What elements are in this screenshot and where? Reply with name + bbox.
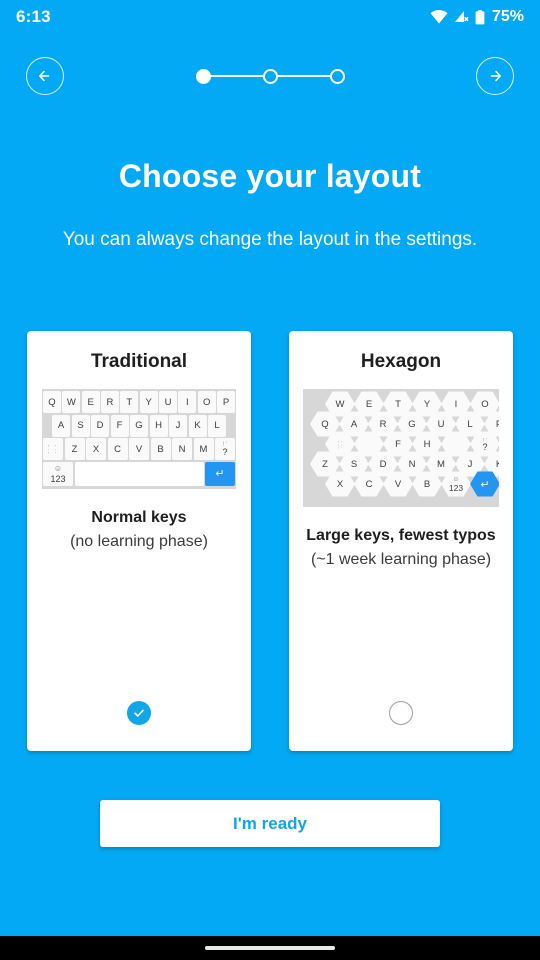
key-v: V bbox=[129, 438, 149, 460]
keyboard-preview-traditional: Q W E R T Y U I O P A S D F G H J K L , … bbox=[42, 389, 236, 489]
gesture-pill[interactable] bbox=[205, 946, 335, 950]
step-dot-1[interactable] bbox=[195, 68, 211, 84]
status-bar: 6:13 75% bbox=[0, 0, 540, 34]
radio-hexagon[interactable] bbox=[389, 701, 413, 725]
emoji-icon: ☺ bbox=[53, 463, 63, 473]
option-title-traditional: Traditional bbox=[90, 351, 188, 372]
onboarding-screen: 6:13 75% Choose your layout You can alwa… bbox=[0, 0, 540, 960]
key-o: O bbox=[197, 391, 216, 413]
key-b: B bbox=[150, 438, 171, 460]
hex-key-123-label: 123 bbox=[448, 483, 464, 493]
key-l: L bbox=[208, 414, 226, 437]
back-button[interactable] bbox=[26, 57, 64, 95]
key-m: M bbox=[193, 438, 214, 460]
key-r: R bbox=[101, 391, 119, 413]
radio-traditional[interactable] bbox=[127, 701, 151, 725]
keyboard-preview-hexagon: W E T Y I O Q A R G U L P , .; : F bbox=[303, 389, 499, 507]
key-h: H bbox=[149, 414, 168, 437]
im-ready-button[interactable]: I'm ready bbox=[100, 800, 440, 847]
keyboard-row-1: Q W E R T Y U I O P bbox=[43, 391, 235, 413]
layout-options: Traditional Q W E R T Y U I O P A S D F … bbox=[27, 331, 513, 751]
key-symbols-123: ☺ 123 bbox=[43, 461, 73, 486]
keyboard-row-3: , .; : Z X C V B N M ! '? bbox=[43, 438, 235, 460]
keyboard-row-bottom: ☺ 123 ↵ bbox=[43, 461, 235, 486]
key-x: X bbox=[86, 438, 106, 460]
key-d: D bbox=[91, 414, 109, 437]
key-q: Q bbox=[43, 391, 61, 413]
status-time: 6:13 bbox=[16, 7, 51, 26]
option-title-hexagon: Hexagon bbox=[360, 351, 442, 372]
step-line-2 bbox=[277, 74, 330, 78]
key-e: E bbox=[81, 391, 100, 413]
option-desc-bold-hexagon: Large keys, fewest typos bbox=[306, 527, 496, 544]
battery-icon bbox=[475, 9, 485, 25]
key-y: Y bbox=[139, 391, 158, 413]
page-subtitle: You can always change the layout in the … bbox=[62, 229, 478, 250]
key-s: S bbox=[71, 414, 90, 437]
step-dot-2[interactable] bbox=[262, 68, 278, 84]
key-g: G bbox=[130, 414, 148, 437]
step-indicator bbox=[195, 68, 345, 84]
step-line-1 bbox=[210, 74, 263, 78]
key-k: K bbox=[188, 414, 207, 437]
key-c: C bbox=[107, 438, 128, 460]
option-description-hexagon: Large keys, fewest typos (~1 week learni… bbox=[306, 525, 495, 571]
key-punctuation-right: ! '? bbox=[215, 438, 235, 460]
forward-button[interactable] bbox=[476, 57, 514, 95]
key-enter: ↵ bbox=[205, 461, 235, 486]
option-desc-bold-traditional: Normal keys bbox=[91, 509, 187, 526]
key-f: F bbox=[110, 414, 129, 437]
key-punctuation-left: , .; : bbox=[43, 438, 63, 460]
status-icons: 75% bbox=[430, 8, 524, 26]
battery-percent: 75% bbox=[491, 8, 524, 25]
key-a: A bbox=[52, 414, 70, 437]
option-card-traditional[interactable]: Traditional Q W E R T Y U I O P A S D F … bbox=[27, 331, 251, 751]
key-t: T bbox=[120, 391, 139, 413]
key-n: N bbox=[172, 438, 192, 460]
key-spacebar bbox=[74, 461, 204, 486]
option-desc-sub-hexagon: (~1 week learning phase) bbox=[310, 551, 492, 568]
key-j: J bbox=[169, 414, 187, 437]
system-navigation-bar bbox=[0, 936, 540, 960]
option-description-traditional: Normal keys (no learning phase) bbox=[70, 507, 208, 553]
top-navigation bbox=[0, 56, 540, 96]
option-radio-wrap-hexagon bbox=[389, 701, 413, 725]
cell-signal-off-icon bbox=[454, 10, 469, 24]
option-card-hexagon[interactable]: Hexagon W E T Y I O Q A R G U L P , .; : bbox=[289, 331, 513, 751]
option-radio-wrap-traditional bbox=[127, 701, 151, 725]
key-w: W bbox=[62, 391, 81, 413]
keyboard-row-2: A S D F G H J K L bbox=[43, 414, 235, 437]
page-title: Choose your layout bbox=[118, 158, 422, 194]
key-z: Z bbox=[64, 438, 85, 460]
key-123-label: 123 bbox=[50, 473, 66, 484]
wifi-icon bbox=[430, 10, 448, 24]
forward-arrow-icon bbox=[485, 66, 505, 86]
key-i: I bbox=[178, 391, 197, 413]
key-p: P bbox=[217, 391, 235, 413]
check-icon bbox=[132, 706, 146, 720]
back-arrow-icon bbox=[35, 66, 55, 86]
step-dot-3[interactable] bbox=[329, 68, 345, 84]
key-u: U bbox=[159, 391, 177, 413]
option-desc-sub-traditional: (no learning phase) bbox=[70, 533, 208, 550]
